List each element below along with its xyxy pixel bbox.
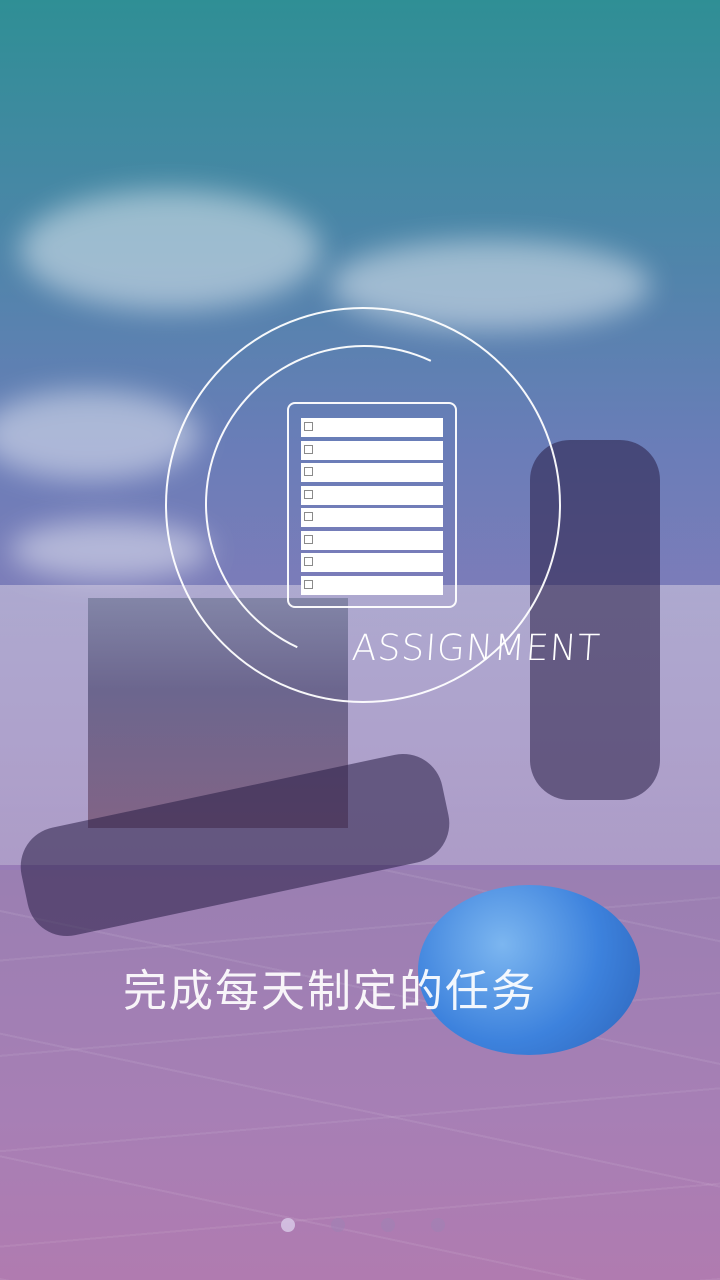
checkbox-icon: [304, 579, 313, 589]
onboarding-screen[interactable]: ASSIGNMENT 完成每天制定的任务: [0, 0, 720, 1280]
page-dot[interactable]: [331, 1218, 345, 1232]
checklist-row: [301, 553, 443, 572]
checklist-row: [301, 440, 443, 460]
checklist-row: [301, 418, 443, 437]
checkbox-icon: [304, 557, 313, 566]
checklist-row: [301, 530, 443, 550]
checkbox-icon: [304, 489, 313, 499]
onboarding-caption: 完成每天制定的任务: [123, 966, 537, 1017]
page-dot[interactable]: [431, 1218, 445, 1232]
checklist-row: [301, 463, 443, 482]
checkbox-icon: [304, 534, 313, 544]
checkbox-icon: [304, 422, 313, 431]
page-dot[interactable]: [381, 1218, 395, 1232]
checkbox-icon: [304, 444, 313, 454]
checklist-row: [301, 508, 443, 527]
checklist-row: [301, 485, 443, 505]
checklist-row: [301, 575, 443, 595]
checkbox-icon: [304, 512, 313, 521]
page-indicator: [0, 1218, 720, 1232]
assignment-label: ASSIGNMENT: [350, 628, 602, 669]
checkbox-icon: [304, 467, 313, 476]
checklist-icon: [287, 402, 457, 608]
page-dot[interactable]: [281, 1218, 295, 1232]
